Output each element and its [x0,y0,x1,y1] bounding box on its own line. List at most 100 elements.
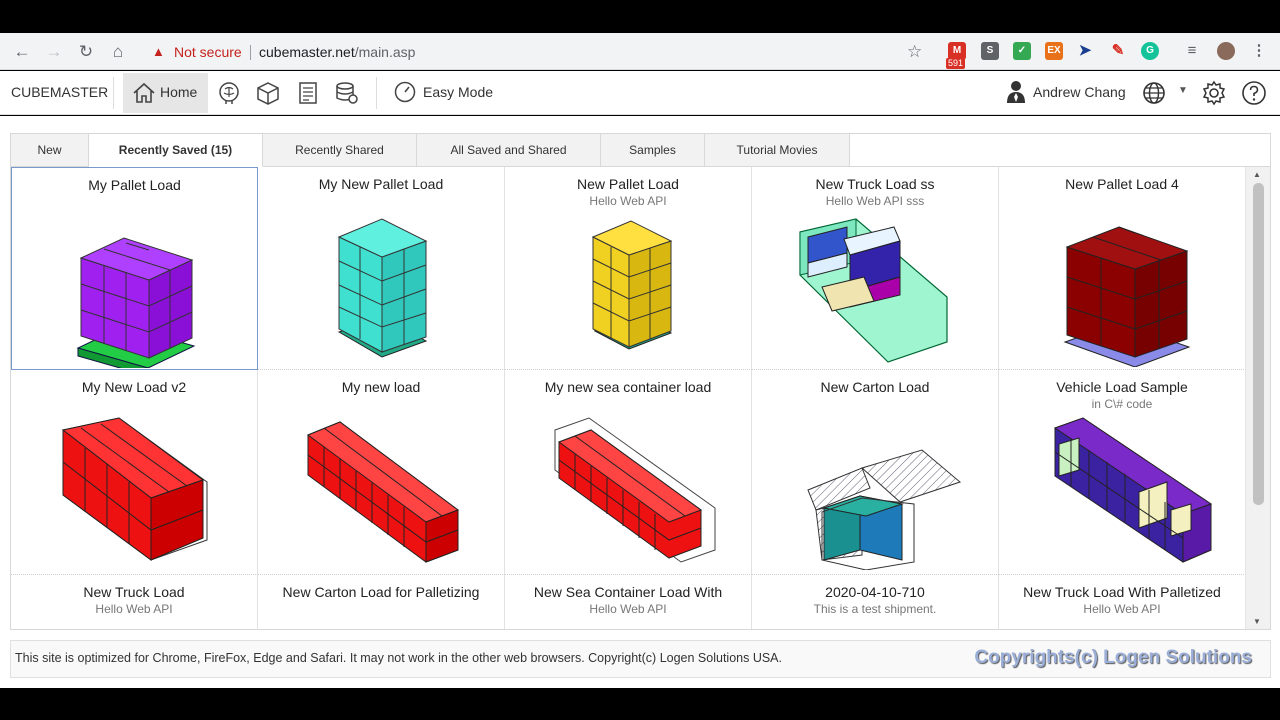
card-title: New Pallet Load [577,176,679,192]
url-text[interactable]: cubemaster.net/main.asp [259,38,415,66]
s-extension-icon[interactable]: S [981,42,999,60]
scroll-down-icon[interactable]: ▼ [1253,617,1261,626]
load-card[interactable]: My New Load v2 [11,370,258,575]
address-bar[interactable]: ▲ Not secure cubemaster.net/main.asp ☆ [140,38,940,66]
card-title: New Truck Load [83,584,185,600]
media-icon[interactable]: ≡ [1183,42,1201,60]
pallet-load-thumbnail [76,237,196,368]
load-card[interactable]: New Pallet Load 4 [999,167,1245,370]
load-card[interactable]: New Truck Load ss Hello Web API sss [752,167,999,370]
browser-notice: This site is optimized for Chrome, FireF… [15,651,782,665]
tab-bar-spacer [850,134,1270,167]
card-title: My Pallet Load [88,177,181,193]
container-load-thumbnail [306,421,460,563]
pallet-load-thumbnail [1063,226,1191,367]
document-list-icon[interactable] [295,80,321,106]
forward-icon[interactable]: → [43,41,65,63]
tab-all-saved-and-shared[interactable]: All Saved and Shared [417,134,601,167]
chevron-down-icon[interactable]: ▼ [1178,85,1188,96]
load-card[interactable]: My New Pallet Load [258,167,505,370]
scrollbar-thumb[interactable] [1253,183,1264,505]
easy-mode-button[interactable]: Easy Mode [393,80,493,109]
card-title: New Carton Load [820,379,930,395]
tab-samples[interactable]: Samples [601,134,705,167]
card-subtitle: Hello Web API [95,602,173,616]
green-extension-icon[interactable]: ✓ [1013,42,1031,60]
user-name: Andrew Chang [1033,84,1126,100]
tab-recently-saved[interactable]: Recently Saved (15) [89,134,263,167]
load-card[interactable]: My new load [258,370,505,575]
load-card[interactable]: New Sea Container Load With Hello Web AP… [505,575,752,629]
card-title: New Sea Container Load With [533,584,723,600]
load-card[interactable]: My new sea container load [505,370,752,575]
tab-recently-shared[interactable]: Recently Shared [263,134,417,167]
pallet-load-thumbnail [591,220,673,350]
copyright-watermark: Copyrights(c) Logen Solutions [974,647,1252,668]
security-label[interactable]: Not secure [174,38,242,66]
ex-extension-icon[interactable]: EX [1045,42,1063,60]
user-menu[interactable]: Andrew Chang [1005,80,1126,109]
brand-logo[interactable]: CUBEMASTER [11,84,108,100]
cursor-extension-icon[interactable]: ➤ [1076,42,1094,60]
load-grid: My Pallet Load My New Pallet Load New Pa… [11,167,1245,629]
truck-load-thumbnail [799,218,948,363]
easy-mode-label: Easy Mode [423,84,494,100]
grammarly-extension-icon[interactable]: G [1141,42,1159,60]
back-icon[interactable]: ← [11,41,33,63]
tab-bar: New Recently Saved (15) Recently Shared … [11,134,1270,167]
home-button[interactable]: Home [123,73,208,113]
app-header: CUBEMASTER Home Easy Mode Andrew Chang ▼ [0,71,1280,115]
pen-extension-icon[interactable]: ✎ [1109,42,1127,60]
main-page: New Recently Saved (15) Recently Shared … [0,116,1280,688]
card-title: Vehicle Load Sample [1056,379,1188,395]
load-card[interactable]: New Truck Load Hello Web API [11,575,258,629]
card-title: New Pallet Load 4 [1065,176,1179,192]
card-title: My New Pallet Load [318,176,444,192]
vertical-scrollbar[interactable]: ▲ ▼ [1245,167,1270,629]
card-title: My new sea container load [544,379,712,395]
truck-load-thumbnail [61,417,208,561]
profile-avatar[interactable] [1217,42,1235,60]
menu-icon[interactable]: ⋮ [1250,42,1268,60]
container-load-thumbnail [554,417,716,563]
card-subtitle: Hello Web API sss [825,194,925,208]
card-subtitle: Hello Web API [589,194,667,208]
load-card[interactable]: My Pallet Load [11,167,258,370]
tab-new[interactable]: New [11,134,89,167]
load-card[interactable]: New Carton Load for Palletizing [258,575,505,629]
loads-panel: New Recently Saved (15) Recently Shared … [10,133,1271,630]
load-card[interactable]: New Pallet Load Hello Web API [505,167,752,370]
help-icon[interactable] [1241,80,1267,106]
user-icon [1007,81,1025,103]
gear-icon[interactable] [1201,80,1227,106]
browser-toolbar: ← → ↻ ⌂ ▲ Not secure cubemaster.net/main… [0,33,1280,70]
globe-icon[interactable] [1141,80,1167,106]
home-label: Home [160,84,198,100]
database-icon[interactable] [334,80,360,106]
card-title: New Truck Load With Palletized [1023,584,1221,600]
divider [376,77,377,109]
card-title: My new load [341,379,421,395]
home-browser-icon[interactable]: ⌂ [107,41,129,63]
brain-icon[interactable] [216,80,242,106]
divider [113,77,114,109]
card-subtitle: in C\# code [1091,397,1153,411]
carton-load-thumbnail [807,449,962,570]
bookmark-star-icon[interactable]: ☆ [907,38,922,66]
card-subtitle: This is a test shipment. [813,602,937,616]
load-card[interactable]: New Truck Load With Palletized Hello Web… [999,575,1245,629]
scroll-up-icon[interactable]: ▲ [1253,170,1261,179]
footer: This site is optimized for Chrome, FireF… [10,640,1271,678]
card-subtitle: Hello Web API [589,602,667,616]
load-card[interactable]: New Carton Load [752,370,999,575]
load-card[interactable]: 2020-04-10-710 This is a test shipment. [752,575,999,629]
box-icon[interactable] [255,80,281,106]
reload-icon[interactable]: ↻ [75,41,97,63]
vehicle-load-thumbnail [1053,417,1213,563]
card-title: New Truck Load ss [815,176,935,192]
load-card[interactable]: Vehicle Load Sample in C\# code [999,370,1245,575]
tab-tutorial-movies[interactable]: Tutorial Movies [705,134,850,167]
warning-icon: ▲ [152,44,165,59]
gauge-icon [394,81,416,103]
screen: ← → ↻ ⌂ ▲ Not secure cubemaster.net/main… [0,0,1280,720]
